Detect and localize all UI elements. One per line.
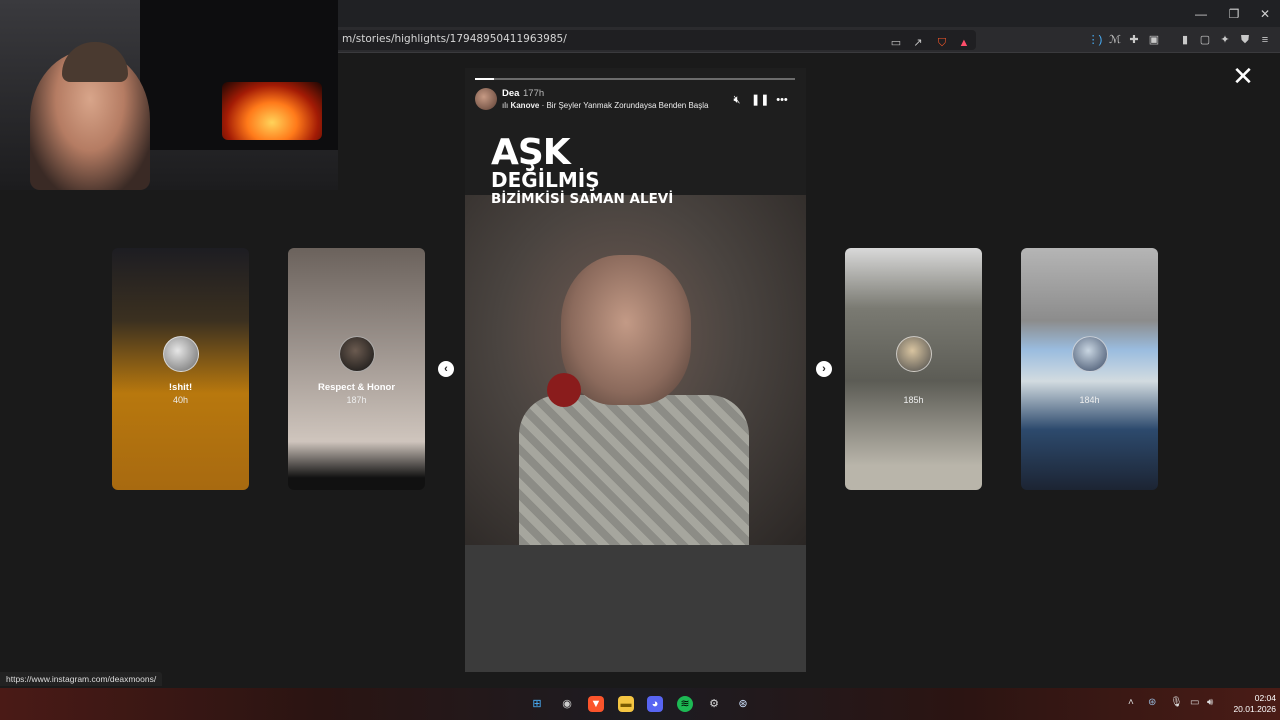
cast-icon[interactable]: ▭ [888,35,904,51]
avatar[interactable] [475,88,497,110]
file-explorer-icon[interactable]: ▬ [618,696,634,712]
story-text-line1: AŞK [491,132,571,173]
address-bar[interactable]: m/stories/highlights/17948950411963985/ … [330,30,976,50]
address-text: m/stories/highlights/17948950411963985/ [342,33,567,45]
status-link: https://www.instagram.com/deaxmoons/ [0,672,163,686]
webcam-overlay [0,0,338,190]
wallet-icon[interactable]: ▢ [1197,32,1213,48]
story-text-line3: BİZİMKİSİ SAMAN ALEVİ [491,191,674,207]
story-card-3[interactable]: 185h [845,248,982,490]
story-card-1[interactable]: !shit! 40h [112,248,249,490]
story-text-line2: DEĞİLMİŞ [491,168,600,192]
restore-icon[interactable]: ❐ [1219,6,1249,22]
card-time: 187h [346,395,367,405]
steam-tray-icon[interactable]: ⊛ [1148,697,1156,708]
more-icon[interactable]: ••• [775,93,789,107]
brave-browser-icon[interactable]: ▼ [588,696,604,712]
clock-date: 20.01.2026 [1233,704,1276,714]
card-time: 185h [903,395,924,405]
story-card-2[interactable]: Respect & Honor 187h [288,248,425,490]
tray-chevron-icon[interactable]: ˄ [1128,697,1134,708]
music-title: Bir Şeyler Yanmak Zorundaysa Benden Başl… [546,101,709,110]
menu-icon[interactable]: ≡ [1257,32,1273,48]
pause-icon[interactable]: ❚❚ [751,93,769,107]
story-card-4[interactable]: 184h [1021,248,1158,490]
microphone-icon[interactable]: 🎙︎ [1170,697,1183,708]
network-icon[interactable]: ▭ [1190,697,1199,708]
story-time: 177h [523,88,545,99]
steam-icon[interactable]: ⊛ [735,696,751,712]
vpn-icon[interactable]: ⛊ [1237,32,1253,48]
photo-shirt [519,395,749,545]
mute-icon[interactable]: 🔇︎ [730,93,744,107]
card-avatar [338,336,375,372]
story-bottom [465,545,806,672]
extension-ai-icon[interactable]: ℳ [1107,32,1123,48]
close-icon[interactable]: ✕ [1232,64,1254,90]
photo-face [561,255,691,405]
close-window-icon[interactable]: ✕ [1250,6,1280,22]
story-progress-bar [475,78,795,80]
card-avatar [895,336,932,372]
photo-rose [547,373,581,407]
card-title: Respect & Honor [317,382,396,393]
spotify-icon[interactable]: ≋ [677,696,693,712]
card-avatar [1071,336,1108,372]
minimize-icon[interactable]: — [1186,6,1216,22]
windows-start-icon[interactable]: ⊞ [529,696,545,712]
story-viewer[interactable]: Dea 177h ılı Kanove · Bir Şeyler Yanmak … [465,68,806,672]
music-artist: Kanove [510,101,540,110]
volume-icon[interactable]: 🔊︎ [1207,697,1213,708]
clock-time: 02:04 [1254,693,1276,703]
story-username[interactable]: Dea [502,88,519,99]
discord-icon[interactable]: ◕ [647,696,663,712]
streamer-hair [62,42,128,82]
chevron-right-icon[interactable]: › [816,361,832,377]
sidebar-icon[interactable]: ▮ [1177,32,1193,48]
brave-shield-icon[interactable]: ⛉ [934,35,950,51]
brave-rewards-icon[interactable]: ▲ [956,35,972,51]
story-progress-fill [475,78,495,80]
clock[interactable]: 02:04 20.01.2026 [1222,693,1276,715]
media-icon[interactable]: ▣ [1146,32,1162,48]
story-photo [465,195,806,545]
card-time: 40h [172,395,189,405]
card-title: !shit! [168,382,193,393]
card-time: 184h [1079,395,1100,405]
share-icon[interactable]: ↗ [910,35,926,51]
taskbar: ⊞ ◉ ▼ ▬ ◕ ≋ ⚙ ⊛ ˄ ⊛ 🎙︎ ▭ 🔊︎ 02:04 20.01.… [0,688,1280,720]
chevron-left-icon[interactable]: ‹ [438,361,454,377]
app-icon[interactable]: ◉ [559,696,575,712]
extension-audio-icon[interactable]: ⋮) [1087,32,1103,48]
leo-ai-icon[interactable]: ✦ [1217,32,1233,48]
fireplace-image [222,82,322,140]
extensions-icon[interactable]: ✚ [1126,32,1142,48]
card-avatar [162,336,199,372]
story-music[interactable]: ılı Kanove · Bir Şeyler Yanmak Zorundays… [502,101,708,110]
settings-icon[interactable]: ⚙ [706,696,722,712]
